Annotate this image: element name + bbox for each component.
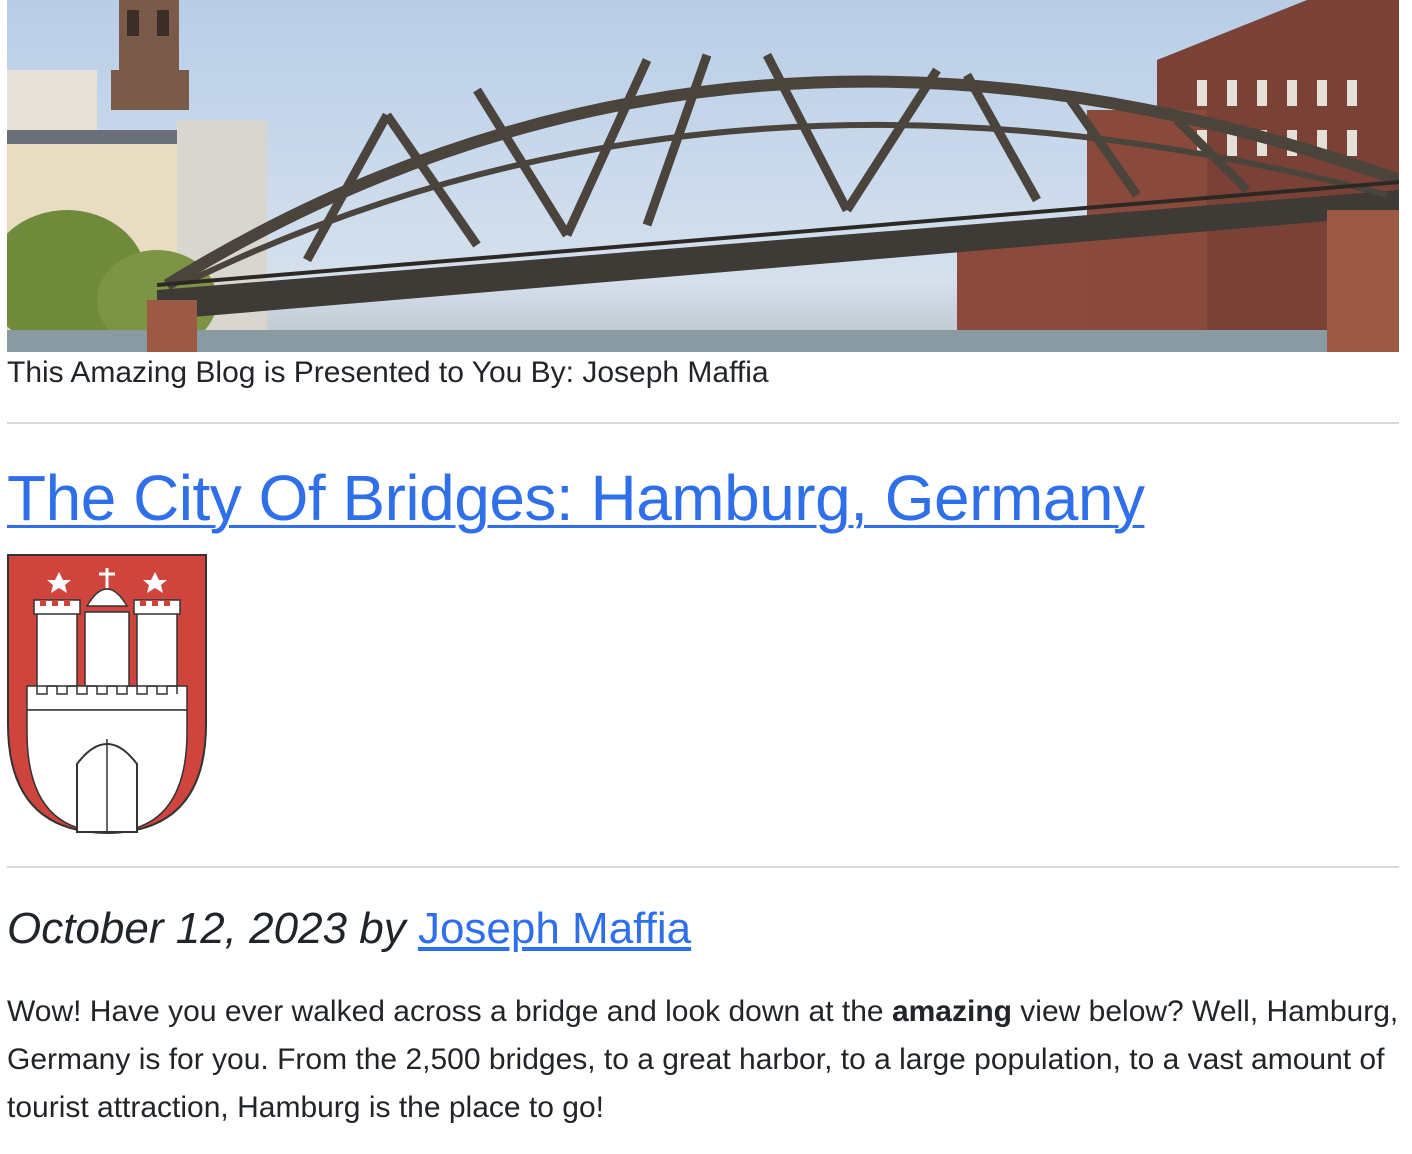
post-body-text: Wow! Have you ever walked across a bridg… <box>7 995 892 1028</box>
author-link[interactable]: Joseph Maffia <box>418 904 691 953</box>
hamburg-crest-image <box>7 554 207 834</box>
divider <box>7 866 1399 868</box>
blog-byline: This Amazing Blog is Presented to You By… <box>7 356 769 389</box>
hero-bridge-image <box>7 0 1399 352</box>
post-title: The City Of Bridges: Hamburg, Germany <box>7 460 1145 536</box>
divider <box>7 422 1399 424</box>
blog-page: This Amazing Blog is Presented to You By… <box>0 0 1412 1154</box>
crest-illustration <box>7 554 207 834</box>
post-meta: October 12, 2023 by Joseph Maffia <box>7 902 691 956</box>
post-date: October 12, 2023 by <box>7 904 418 953</box>
post-body: Wow! Have you ever walked across a bridg… <box>7 988 1399 1132</box>
bridge-illustration <box>7 0 1399 352</box>
post-title-link[interactable]: The City Of Bridges: Hamburg, Germany <box>7 462 1145 534</box>
post-body-emphasis: amazing <box>891 995 1012 1028</box>
